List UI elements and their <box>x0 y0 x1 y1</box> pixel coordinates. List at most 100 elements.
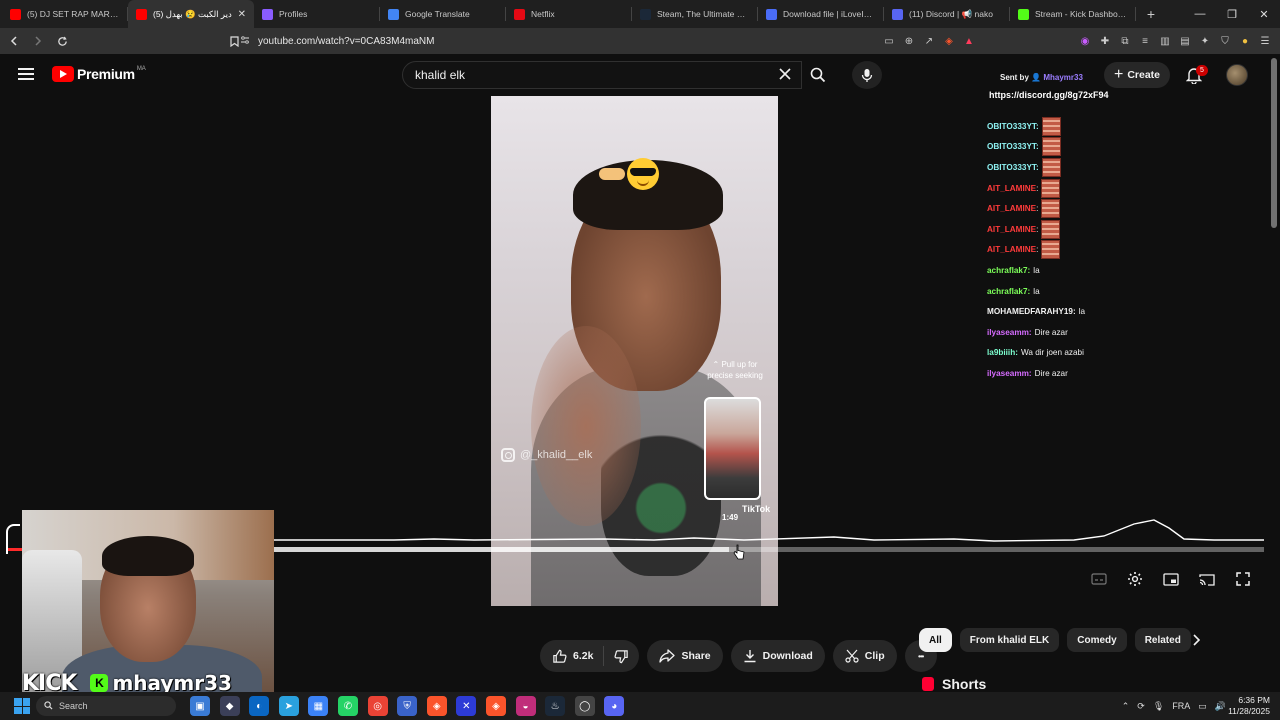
minimize-button[interactable]: — <box>1184 0 1216 28</box>
download-button[interactable]: Download <box>730 640 825 672</box>
chrome-icon[interactable]: ◎ <box>367 696 388 716</box>
tray-chevron-icon[interactable]: ⌃ <box>1122 701 1130 712</box>
screenshot-icon[interactable]: ⧉ <box>1118 31 1132 51</box>
arrow-left-icon <box>10 36 17 46</box>
browser-tab[interactable]: (5) دير الكبت 😢 بهدل ✕ <box>128 0 254 28</box>
obs-icon[interactable]: ◯ <box>574 696 595 716</box>
streaming-app-icon[interactable]: ◒ <box>515 696 536 716</box>
reload-icon <box>57 36 67 46</box>
chat-text: la <box>1033 265 1040 275</box>
url-field[interactable]: youtube.com/watch?v=0CA83M4maNM <box>240 31 960 51</box>
menu-icon[interactable]: ☰ <box>1258 31 1272 51</box>
share-page-icon[interactable]: ↗ <box>922 31 936 51</box>
browser-tab[interactable]: Steam, The Ultimate Onlin <box>632 0 758 28</box>
start-button[interactable] <box>14 698 30 714</box>
miniplayer-button[interactable] <box>1160 568 1182 590</box>
brave-icon[interactable]: ◈ <box>426 696 447 716</box>
tab-favicon-icon <box>766 8 777 20</box>
browser-tab[interactable]: Download file | iLoveIMG <box>758 0 884 28</box>
browser-tab[interactable]: Profiles <box>254 0 380 28</box>
browser-tab[interactable]: Stream - Kick Dashboard <box>1010 0 1136 28</box>
maximize-button[interactable]: ❐ <box>1216 0 1248 28</box>
browser-tab[interactable]: Google Translate <box>380 0 506 28</box>
chips-next-button[interactable] <box>1186 630 1206 650</box>
browser-tab[interactable]: (5) DJ SET RAP MAROCAIN <box>2 0 128 28</box>
discord-icon[interactable]: ◕ <box>604 696 625 716</box>
settings-button[interactable] <box>1124 568 1146 590</box>
leo-icon[interactable]: ✦ <box>1198 31 1212 51</box>
file-explorer-icon[interactable]: ▣ <box>190 696 210 716</box>
chat-text: : <box>1036 224 1039 234</box>
clip-button[interactable]: Clip <box>832 640 897 672</box>
address-bar-row: youtube.com/watch?v=0CA83M4maNM ▭ ⊕ ↗ ◈ … <box>0 28 1280 54</box>
chat-overlay: OBITO333YT: OBITO333YT: OBITO333YT: AIT_LAM… <box>987 116 1247 384</box>
chat-message: achraflak7: la <box>987 260 1247 281</box>
taskbar-clock[interactable]: 6:36 PM 11/28/2025 <box>1228 695 1270 717</box>
install-app-icon[interactable]: ▭ <box>882 31 896 51</box>
wallet-icon[interactable]: ▤ <box>1178 31 1192 51</box>
fullscreen-button[interactable] <box>1232 568 1254 590</box>
game-app-icon[interactable]: ◆ <box>219 696 240 716</box>
shorts-title: Shorts <box>942 676 987 692</box>
zoom-icon[interactable]: ⊕ <box>902 31 916 51</box>
thumbs-up-icon <box>553 649 567 663</box>
whatsapp-icon[interactable]: ✆ <box>337 696 358 716</box>
country-code: MA <box>136 66 146 72</box>
clear-search-button[interactable] <box>779 67 791 84</box>
puzzle-icon[interactable]: ✚ <box>1098 31 1112 51</box>
youtube-premium-logo[interactable]: Premium MA <box>52 66 146 82</box>
vpn-app-icon[interactable]: ⛨ <box>397 696 418 716</box>
extension-icon[interactable]: ◉ <box>1078 31 1092 51</box>
search-input[interactable]: khalid elk <box>402 61 802 89</box>
site-info-icon[interactable] <box>240 35 258 48</box>
filter-chip[interactable]: All <box>919 628 952 652</box>
url-text[interactable]: youtube.com/watch?v=0CA83M4maNM <box>258 36 434 47</box>
vpn-icon[interactable]: ⛉ <box>1218 31 1232 51</box>
brave-shield-icon[interactable]: ◈ <box>942 31 956 51</box>
cast-button[interactable] <box>1196 568 1218 590</box>
tab-list: (5) DJ SET RAP MAROCAIN (5) دير الكبت 😢 ب… <box>0 0 1136 28</box>
reload-button[interactable] <box>52 31 72 51</box>
telegram-icon[interactable]: ➤ <box>278 696 299 716</box>
mic-tray-icon[interactable]: 🎙 <box>1153 701 1164 712</box>
like-button[interactable]: 6.2k <box>540 646 605 666</box>
guide-menu-icon[interactable] <box>18 68 34 80</box>
sidebar-icon[interactable]: ▥ <box>1158 31 1172 51</box>
network-icon[interactable]: ▭ <box>1198 701 1207 712</box>
rewards-icon[interactable]: ▲ <box>962 31 976 51</box>
subtitles-button[interactable] <box>1088 568 1110 590</box>
steam-icon[interactable]: ♨ <box>545 696 566 716</box>
back-button[interactable] <box>4 31 24 51</box>
voice-search-button[interactable] <box>852 61 882 89</box>
share-button[interactable]: Share <box>647 640 723 672</box>
sync-icon[interactable]: ⟳ <box>1137 701 1145 712</box>
tab-search-icon[interactable]: ≡ <box>1138 31 1152 51</box>
more-icon: ••• <box>917 651 924 661</box>
create-button[interactable]: + Create <box>1104 62 1170 88</box>
browser-tab[interactable]: Netflix <box>506 0 632 28</box>
seek-bar[interactable] <box>274 547 1264 552</box>
chat-emote-icon <box>1041 219 1061 239</box>
filter-chip[interactable]: Related <box>1134 628 1191 652</box>
edge-icon[interactable]: ◐ <box>249 696 270 716</box>
close-tab-icon[interactable]: ✕ <box>238 9 246 20</box>
page-scrollbar[interactable] <box>1271 58 1277 228</box>
profile-icon[interactable]: ● <box>1238 31 1252 51</box>
account-avatar[interactable] <box>1226 64 1248 86</box>
search-query[interactable]: khalid elk <box>415 68 465 82</box>
search-button[interactable] <box>802 61 834 89</box>
filter-chip[interactable]: From khalid ELK <box>959 628 1060 652</box>
close-window-button[interactable]: ✕ <box>1248 0 1280 28</box>
taskbar-search[interactable]: Search <box>36 696 176 716</box>
capcut-icon[interactable]: ▦ <box>308 696 329 716</box>
brave-beta-icon[interactable]: ◈ <box>485 696 506 716</box>
scissors-icon <box>845 649 859 663</box>
volume-icon[interactable]: 🔊 <box>1215 701 1226 712</box>
vscode-icon[interactable]: ✕ <box>456 696 477 716</box>
new-tab-button[interactable]: + <box>1140 6 1162 22</box>
language-indicator[interactable]: FRA <box>1172 701 1190 711</box>
browser-tab[interactable]: (11) Discord | 📢 nako <box>884 0 1010 28</box>
forward-button[interactable] <box>28 31 48 51</box>
dislike-button[interactable] <box>604 649 639 664</box>
filter-chip[interactable]: Comedy <box>1067 628 1127 652</box>
